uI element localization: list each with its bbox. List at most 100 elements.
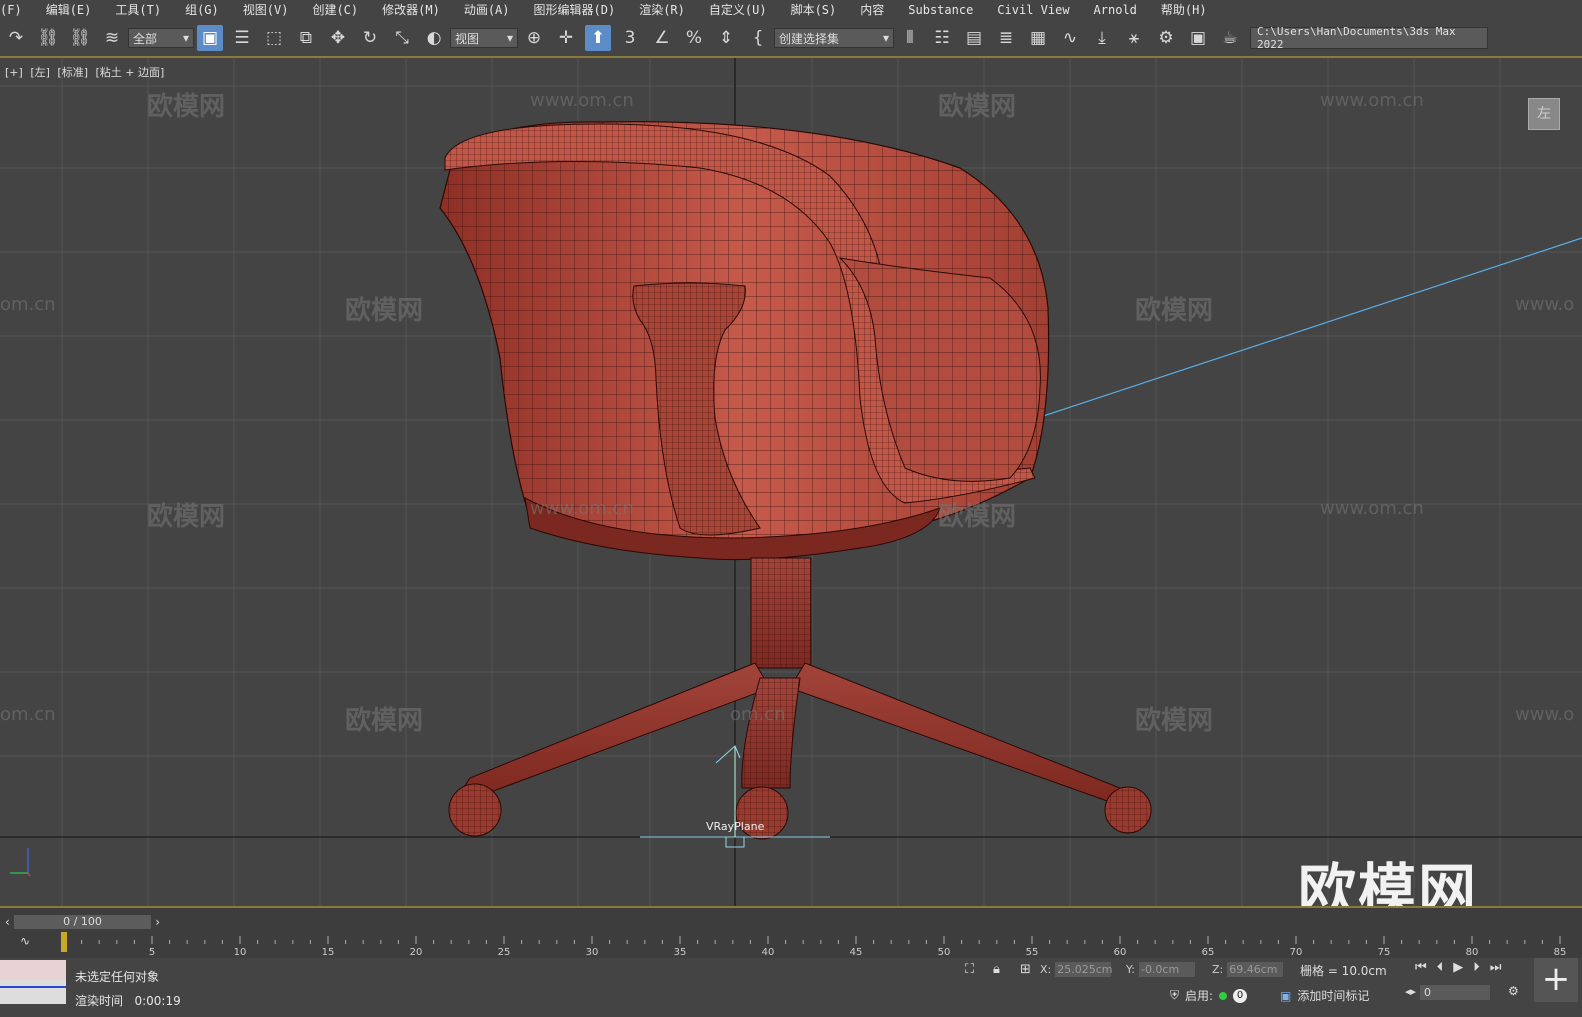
ruler-label: 55 [1026, 947, 1039, 956]
menu-item[interactable]: 组(G) [185, 1, 219, 18]
render-setup-icon[interactable]: ⚙ [1153, 25, 1179, 51]
ruler-label: 30 [586, 947, 599, 956]
absolute-mode-icon[interactable]: ⊞ [1020, 962, 1031, 977]
next-frame-icon[interactable]: › [155, 915, 160, 929]
project-folder-path[interactable]: C:\Users\Han\Documents\3ds Max 2022 [1250, 25, 1488, 51]
menu-item[interactable]: (F) [0, 3, 22, 17]
coord-z[interactable]: Z: 69.46cm [1212, 962, 1284, 977]
placement-icon[interactable]: ◐ [421, 25, 447, 51]
time-config-icon[interactable]: ⚙ [1508, 984, 1519, 998]
go-to-start-icon[interactable]: ⏮ [1415, 960, 1427, 975]
menu-item[interactable]: 渲染(R) [639, 1, 685, 18]
create-key-button[interactable]: + [1534, 958, 1578, 1002]
viewcube[interactable]: 左 [1528, 98, 1560, 130]
layer-explorer-icon[interactable]: ≣ [993, 25, 1019, 51]
coord-x[interactable]: X: 25.025cm [1040, 962, 1113, 977]
curve-editor-toggle-icon[interactable]: ∿ [20, 934, 30, 948]
coord-y-field[interactable]: -0.0cm [1138, 962, 1195, 977]
named-selection-dropdown[interactable]: 创建选择集 ▾ [774, 28, 894, 48]
schematic-view-icon[interactable]: ⤓ [1089, 25, 1115, 51]
keyboard-shortcut-override-icon[interactable]: ⬆ [585, 25, 611, 51]
next-frame-key-icon[interactable]: ⏵ [1473, 960, 1480, 975]
add-time-tag[interactable]: ▣ 添加时间标记 [1280, 987, 1369, 1004]
edit-named-selection-icon[interactable]: { [745, 25, 771, 51]
viewport-label-menu[interactable]: [+] [左] [标准] [粘土 + 边面] [5, 64, 168, 80]
frame-counter[interactable]: 0 / 100 [13, 915, 152, 929]
mirror-icon[interactable]: ⫴ [897, 25, 923, 51]
menu-item[interactable]: 脚本(S) [791, 1, 837, 18]
selection-filter-dropdown[interactable]: 全部 ▾ [128, 28, 194, 48]
toggle-ribbon-icon[interactable]: ▦ [1025, 25, 1051, 51]
cube-icon: ▣ [1280, 989, 1292, 1003]
watermark: 欧模网 [147, 92, 226, 122]
play-icon[interactable]: ▶ [1453, 960, 1463, 975]
redo-icon[interactable]: ↷ [3, 25, 29, 51]
watermark-url: www.om.cn [530, 498, 634, 519]
scale-icon[interactable]: ⤡ [389, 25, 415, 51]
selection-lock-icon[interactable]: 🔒︎ [993, 962, 1000, 977]
menu-item[interactable]: 图形编辑器(D) [534, 1, 616, 18]
main-toolbar: ↷ ⛓ ⛓ ≋ 全部 ▾ ▣ ☰ ⬚ ⧉ ✥ ↻ ⤡ ◐ 视图 ▾ ⊕ ✛ ⬆ 3 … [0, 20, 1582, 58]
link-icon[interactable]: ⛓ [35, 25, 61, 51]
scene-explorer-icon[interactable]: ▤ [961, 25, 987, 51]
ruler-label: 65 [1202, 947, 1215, 956]
ruler-label: 50 [938, 947, 951, 956]
snap-toggle-icon[interactable]: 3 [617, 25, 643, 51]
spinner-snap-icon[interactable]: ⇕ [713, 25, 739, 51]
enable-count-badge: 0 [1233, 988, 1248, 1003]
percent-snap-icon[interactable]: % [681, 25, 707, 51]
coord-x-field[interactable]: 25.025cm [1055, 962, 1113, 977]
current-frame-field[interactable]: 0 [1420, 985, 1490, 1000]
menu-item[interactable]: Arnold [1094, 3, 1137, 17]
rendered-frame-window-icon[interactable]: ▣ [1185, 25, 1211, 51]
rotate-icon[interactable]: ↻ [357, 25, 383, 51]
unlink-icon[interactable]: ⛓ [67, 25, 93, 51]
menu-item[interactable]: 工具(T) [115, 1, 161, 18]
material-editor-icon[interactable]: ⚹ [1121, 25, 1147, 51]
prev-frame-icon[interactable]: ‹ [5, 915, 10, 929]
render-time: 渲染时间 0:00:19 [75, 994, 181, 1008]
select-by-name-icon[interactable]: ☰ [229, 25, 255, 51]
previous-frame-icon[interactable]: ⏴ [1437, 960, 1444, 975]
coord-z-field[interactable]: 69.46cm [1227, 962, 1284, 977]
move-icon[interactable]: ✥ [325, 25, 351, 51]
go-to-end-icon[interactable]: ⏭ [1490, 960, 1502, 975]
select-manipulate-icon[interactable]: ✛ [553, 25, 579, 51]
isolate-selection-icon[interactable]: ⛶ [965, 962, 974, 977]
rect-selection-icon[interactable]: ⬚ [261, 25, 287, 51]
menu-item[interactable]: 创建(C) [312, 1, 358, 18]
ruler-label: 15 [322, 947, 335, 956]
menu-item[interactable]: 动画(A) [464, 1, 510, 18]
viewport-point-of-view-menu[interactable]: [左] [30, 66, 50, 79]
align-icon[interactable]: ☷ [929, 25, 955, 51]
menu-item[interactable]: 编辑(E) [46, 1, 92, 18]
left-viewport[interactable]: 欧模网 www.om.cn 欧模网 www.om.cn om.cn 欧模网 欧模… [0, 58, 1582, 906]
maxscript-listener-mini[interactable] [0, 960, 66, 1004]
coord-y[interactable]: Y: -0.0cm [1126, 962, 1195, 977]
watermark: 欧模网 [345, 296, 424, 326]
menu-item[interactable]: 帮助(H) [1161, 1, 1207, 18]
viewport-canvas [0, 58, 1582, 906]
menu-item[interactable]: Substance [908, 3, 973, 17]
viewport-shading-standard-menu[interactable]: [标准] [57, 66, 88, 79]
frame-spinner-icon[interactable]: ◂▸ [1405, 985, 1416, 998]
viewport-display-mode-menu[interactable]: [粘土 + 边面] [96, 66, 165, 79]
bind-spacewarp-icon[interactable]: ≋ [99, 25, 125, 51]
watermark: 欧模网 [345, 706, 424, 736]
render-production-icon[interactable]: ☕ [1217, 25, 1243, 51]
reference-coord-dropdown[interactable]: 视图 ▾ [450, 28, 518, 48]
menu-item[interactable]: 视图(V) [243, 1, 289, 18]
pivot-center-icon[interactable]: ⊕ [521, 25, 547, 51]
menu-item[interactable]: 自定义(U) [709, 1, 767, 18]
select-object-icon[interactable]: ▣ [197, 25, 223, 51]
menu-item[interactable]: 内容 [860, 1, 884, 18]
frame-ruler[interactable]: 5 10 15 20 25 30 35 40 45 50 55 60 65 70 75 80 85 [60, 932, 1572, 956]
watermark-url: om.cn [0, 294, 56, 315]
menu-item[interactable]: 修改器(M) [382, 1, 440, 18]
time-slider[interactable]: ‹ 0 / 100 › [5, 914, 160, 930]
menu-item[interactable]: Civil View [997, 3, 1069, 17]
angle-snap-icon[interactable]: ∠ [649, 25, 675, 51]
viewport-plus-menu[interactable]: [+] [5, 66, 23, 79]
window-crossing-icon[interactable]: ⧉ [293, 25, 319, 51]
curve-editor-icon[interactable]: ∿ [1057, 25, 1083, 51]
